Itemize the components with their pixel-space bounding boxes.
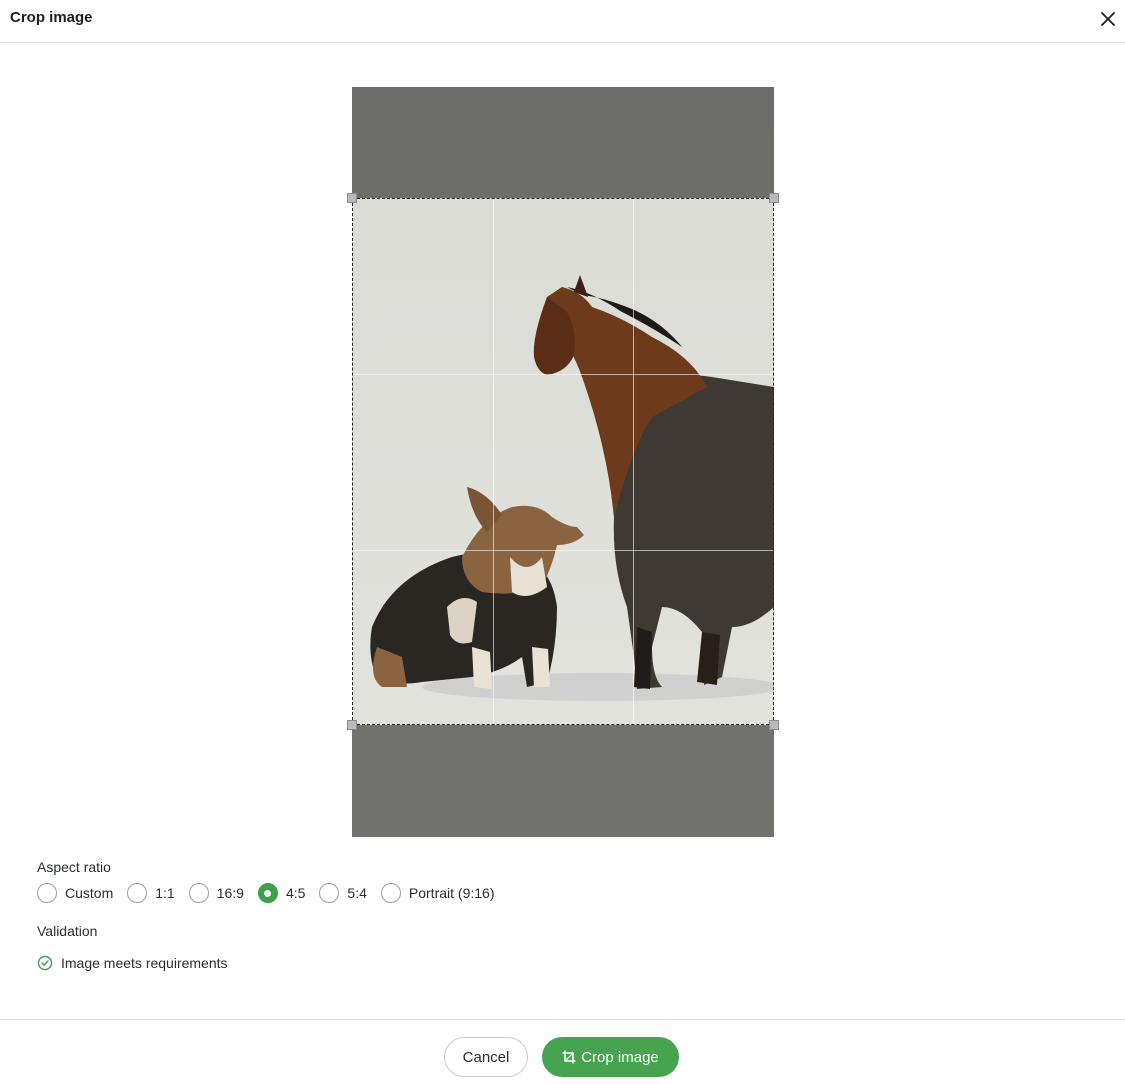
aspect-option-label: 16:9 <box>216 885 244 901</box>
check-circle-icon <box>37 955 53 971</box>
aspect-option-label: 1:1 <box>155 885 175 901</box>
radio-button[interactable] <box>127 883 148 903</box>
crop-icon <box>562 1050 576 1064</box>
aspect-option-portrait[interactable]: Portrait (9:16) <box>380 883 495 903</box>
aspect-ratio-label: Aspect ratio <box>37 859 111 875</box>
crop-image-button[interactable]: Crop image <box>542 1037 679 1077</box>
aspect-option-4-5[interactable]: 4:5 <box>257 883 306 903</box>
dialog-footer: Cancel Crop image <box>0 1019 1125 1084</box>
aspect-ratio-group: Custom 1:1 16:9 4:5 5:4 Portrait (9:16) <box>37 882 508 904</box>
crop-handle-top-left[interactable] <box>347 193 357 203</box>
radio-button[interactable] <box>380 883 401 903</box>
crop-overlay-bottom <box>352 725 774 837</box>
grid-line <box>493 199 494 724</box>
validation-status: Image meets requirements <box>37 955 228 971</box>
validation-label: Validation <box>37 923 98 939</box>
dialog-title: Crop image <box>10 9 93 26</box>
grid-line <box>353 374 773 375</box>
crop-image-label: Crop image <box>581 1048 659 1066</box>
validation-message: Image meets requirements <box>61 955 228 971</box>
grid-line <box>353 550 773 551</box>
radio-button[interactable] <box>188 883 209 903</box>
image-preview[interactable] <box>352 87 774 837</box>
crop-overlay-top <box>352 87 774 198</box>
aspect-option-label: 5:4 <box>347 885 367 901</box>
aspect-option-label: Custom <box>65 885 114 901</box>
radio-button[interactable] <box>319 883 340 903</box>
aspect-option-label: Portrait (9:16) <box>408 885 495 901</box>
radio-button[interactable] <box>37 883 57 903</box>
aspect-option-custom[interactable]: Custom <box>37 883 113 903</box>
crop-selection[interactable] <box>352 198 774 725</box>
aspect-option-16-9[interactable]: 16:9 <box>188 883 244 903</box>
close-button[interactable] <box>1096 7 1120 31</box>
crop-handle-bottom-left[interactable] <box>347 720 357 730</box>
grid-line <box>633 199 634 724</box>
crop-handle-bottom-right[interactable] <box>769 720 779 730</box>
cancel-button[interactable]: Cancel <box>444 1037 528 1077</box>
aspect-option-5-4[interactable]: 5:4 <box>319 883 367 903</box>
radio-button-selected[interactable] <box>257 883 278 903</box>
aspect-option-label: 4:5 <box>285 885 306 901</box>
crop-handle-top-right[interactable] <box>769 193 779 203</box>
dialog-header: Crop image <box>0 0 1125 43</box>
aspect-option-1-1[interactable]: 1:1 <box>127 883 175 903</box>
close-icon <box>1101 12 1115 26</box>
